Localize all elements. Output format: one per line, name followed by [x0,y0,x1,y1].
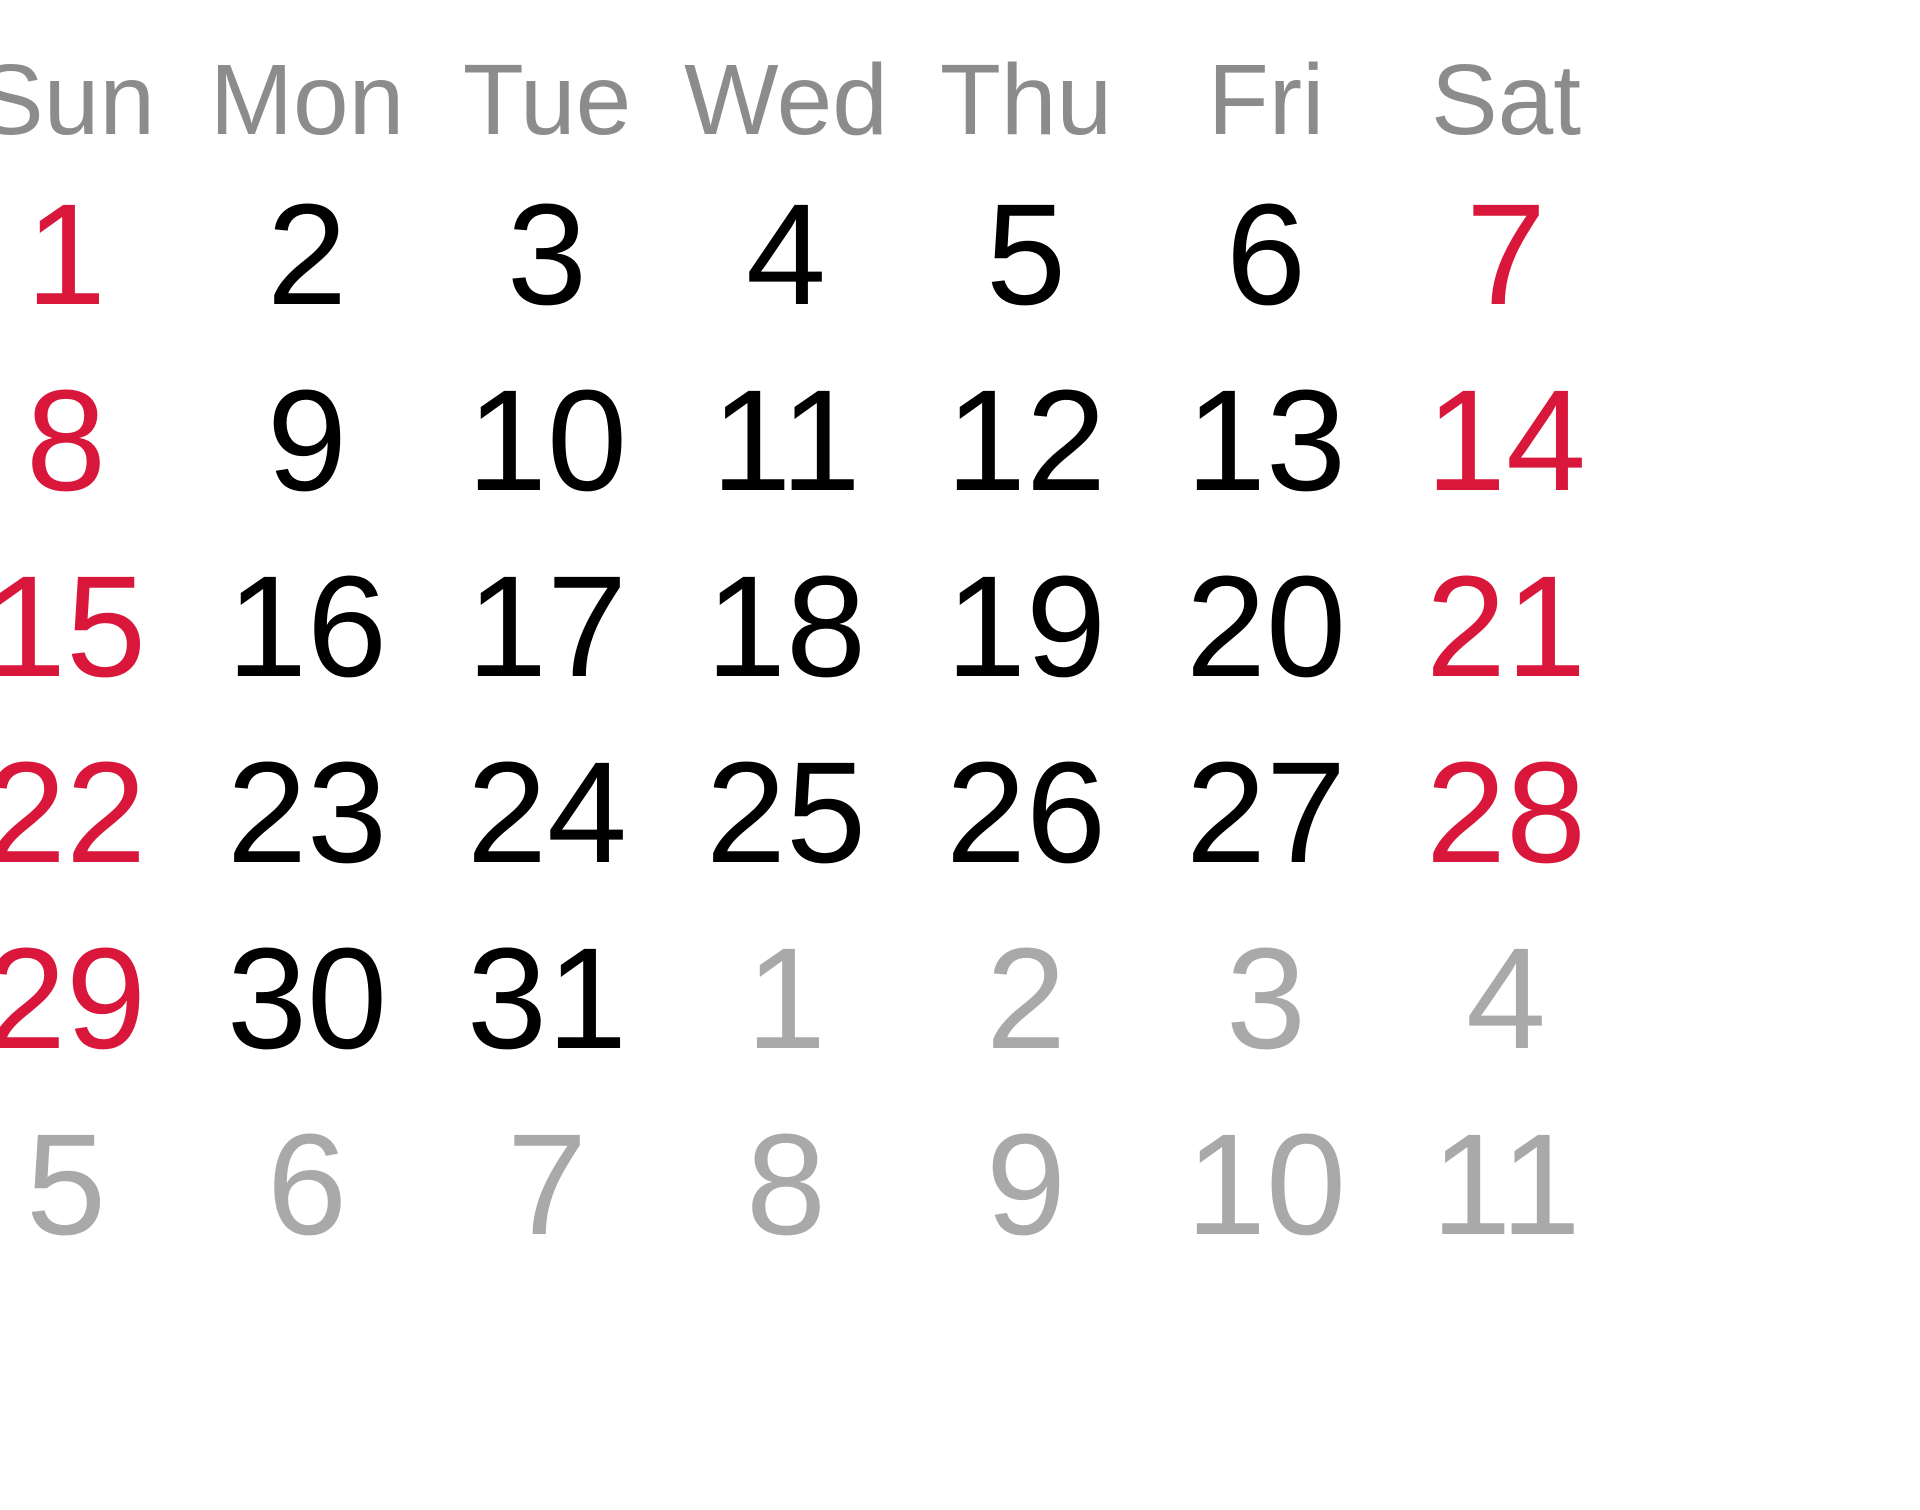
day-cell-week6-fri[interactable]: 10 [1156,1113,1376,1257]
day-cell-week5-sat[interactable]: 4 [1396,927,1616,1071]
day-cell-week4-mon[interactable]: 23 [197,741,417,885]
day-cell-week1-fri[interactable]: 6 [1156,183,1376,327]
day-cell-week1-tue[interactable]: 3 [437,183,657,327]
day-cell-week4-sun[interactable]: 22 [0,741,176,885]
day-cell-week2-mon[interactable]: 9 [197,369,417,513]
day-cell-week3-thu[interactable]: 19 [916,555,1136,699]
day-cell-week2-sun[interactable]: 8 [0,369,176,513]
day-cell-week3-sun[interactable]: 15 [0,555,176,699]
day-cell-week2-fri[interactable]: 13 [1156,369,1376,513]
day-cell-week5-wed[interactable]: 1 [676,927,896,1071]
day-cell-week3-tue[interactable]: 17 [437,555,657,699]
day-cell-week5-mon[interactable]: 30 [197,927,417,1071]
day-cell-week1-sun[interactable]: 1 [0,183,176,327]
day-cell-week4-thu[interactable]: 26 [916,741,1136,885]
day-cell-week2-wed[interactable]: 11 [676,369,896,513]
month-calendar: Sun Mon Tue Wed Thu Fri Sat 1 2 3 4 5 6 7 8 9 10 1… [0,0,1920,1510]
day-cell-week1-sat[interactable]: 7 [1396,183,1616,327]
day-cell-week1-thu[interactable]: 5 [916,183,1136,327]
day-cell-week5-tue[interactable]: 31 [437,927,657,1071]
day-cell-week1-mon[interactable]: 2 [197,183,417,327]
day-cell-week5-thu[interactable]: 2 [916,927,1136,1071]
day-cell-week3-mon[interactable]: 16 [197,555,417,699]
day-cell-week5-sun[interactable]: 29 [0,927,176,1071]
day-cell-week3-wed[interactable]: 18 [676,555,896,699]
day-cell-week2-tue[interactable]: 10 [437,369,657,513]
day-cell-week1-wed[interactable]: 4 [676,183,896,327]
day-cell-week2-thu[interactable]: 12 [916,369,1136,513]
day-cell-week3-fri[interactable]: 20 [1156,555,1376,699]
day-cell-week3-sat[interactable]: 21 [1396,555,1616,699]
day-cell-week4-sat[interactable]: 28 [1396,741,1616,885]
day-cell-week6-mon[interactable]: 6 [197,1113,417,1257]
day-cell-week4-tue[interactable]: 24 [437,741,657,885]
day-cell-week6-thu[interactable]: 9 [916,1113,1136,1257]
day-cell-week4-fri[interactable]: 27 [1156,741,1376,885]
calendar-grid: 1 2 3 4 5 6 7 8 9 10 11 12 13 14 15 16 17 18 19 20 21 22 23 24 2… [0,0,1920,1510]
day-cell-week6-sun[interactable]: 5 [0,1113,176,1257]
day-cell-week6-wed[interactable]: 8 [676,1113,896,1257]
day-cell-week4-wed[interactable]: 25 [676,741,896,885]
day-cell-week6-tue[interactable]: 7 [437,1113,657,1257]
day-cell-week2-sat[interactable]: 14 [1396,369,1616,513]
day-cell-week6-sat[interactable]: 11 [1396,1113,1616,1257]
day-cell-week5-fri[interactable]: 3 [1156,927,1376,1071]
